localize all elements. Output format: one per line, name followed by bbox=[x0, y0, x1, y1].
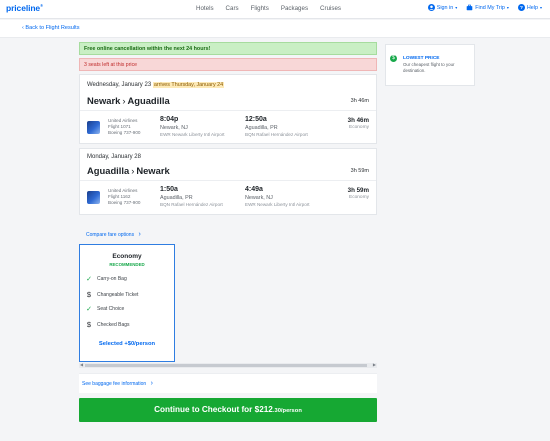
fare-feature: $ Changeable Ticket bbox=[85, 290, 139, 299]
united-airlines-logo bbox=[87, 121, 100, 134]
fare-feature-label: Changeable Ticket bbox=[97, 291, 139, 298]
chevron-down-icon: ▾ bbox=[455, 5, 458, 10]
fare-feature: ✓ Seat Choice bbox=[85, 305, 124, 313]
user-icon bbox=[427, 4, 435, 11]
continue-to-checkout-button[interactable]: Continue to Checkout for $212.30/person bbox=[79, 398, 377, 422]
outbound-depart-city: Newark, NJ bbox=[160, 125, 188, 131]
chevron-right-icon: › bbox=[138, 231, 141, 238]
outbound-arrive-time: 12:50a bbox=[245, 116, 267, 123]
route-destination: Newark bbox=[136, 165, 170, 176]
check-icon: ✓ bbox=[86, 276, 92, 283]
aircraft-type: Boeing 737-900 bbox=[108, 130, 141, 135]
fare-feature-label: Checked Bags bbox=[97, 321, 130, 328]
lowest-price-description: Our cheapest flight to your destination. bbox=[403, 62, 455, 73]
fare-title: Economy bbox=[112, 253, 142, 260]
route-origin: Newark bbox=[87, 95, 121, 106]
outbound-cabin: Economy bbox=[349, 125, 369, 130]
recommended-badge: RECOMMENDED bbox=[109, 262, 145, 267]
outbound-route: Newark › Aguadilla bbox=[87, 95, 170, 106]
find-my-trip-button[interactable]: Find My Trip ▾ bbox=[466, 4, 509, 11]
sign-in-label: Sign in bbox=[436, 4, 454, 11]
suitcase-icon bbox=[466, 4, 473, 11]
chevron-down-icon: ▾ bbox=[506, 5, 509, 10]
fare-feature: $ Checked Bags bbox=[85, 320, 130, 329]
return-cabin: Economy bbox=[349, 195, 369, 200]
chevron-right-icon: › bbox=[150, 380, 153, 387]
outbound-date-line: Wednesday, January 23 arrives Thursday, … bbox=[87, 82, 225, 88]
route-destination: Aguadilla bbox=[127, 95, 170, 106]
outbound-depart-time: 8:04p bbox=[160, 116, 179, 123]
nav-links: Hotels Cars Flights Packages Cruises bbox=[196, 5, 341, 12]
dollar-icon: $ bbox=[86, 320, 92, 329]
economy-fare-card[interactable]: Economy RECOMMENDED ✓ Carry-on Bag $ Cha… bbox=[79, 244, 175, 362]
return-flight-card: Monday, January 28 Aguadilla › Newark 3h 5… bbox=[79, 148, 377, 215]
back-to-results-link[interactable]: ‹ Back to Flight Results bbox=[22, 25, 80, 31]
route-origin: Aguadilla bbox=[87, 165, 130, 176]
outbound-flight-card: Wednesday, January 23 arrives Thursday, … bbox=[79, 74, 377, 144]
return-segment-duration: 3h 59m bbox=[347, 187, 369, 194]
arrives-next-day-badge: arrives Thursday, January 24 bbox=[152, 82, 225, 88]
outbound-segment-duration: 3h 46m bbox=[347, 117, 369, 124]
fare-selected-button[interactable]: Selected +$0/person bbox=[80, 341, 174, 347]
divider bbox=[80, 180, 376, 181]
baggage-fee-label: See baggage fee information bbox=[82, 381, 147, 387]
return-arrive-time: 4:49a bbox=[245, 186, 263, 193]
outbound-arrive-airport: BQN Rafael Hernández Airport bbox=[245, 132, 308, 137]
fare-feature-label: Carry-on Bag bbox=[97, 276, 127, 282]
svg-text:?: ? bbox=[520, 5, 523, 11]
compare-fare-options-link[interactable]: Compare fare options › bbox=[86, 231, 141, 238]
return-airline-info: United Airlines Flight 1162 Boeing 737-9… bbox=[108, 188, 140, 206]
fare-feature: ✓ Carry-on Bag bbox=[85, 275, 127, 283]
sign-in-button[interactable]: Sign in ▾ bbox=[427, 4, 458, 11]
help-button[interactable]: ? Help ▾ bbox=[517, 4, 542, 11]
return-depart-airport: BQN Rafael Hernández Airport bbox=[160, 202, 223, 207]
seats-left-banner: 3 seats left at this price bbox=[79, 58, 377, 71]
nav-hotels[interactable]: Hotels bbox=[196, 5, 214, 12]
united-airlines-logo bbox=[87, 191, 100, 204]
find-my-trip-label: Find My Trip bbox=[475, 4, 505, 11]
outbound-date: Wednesday, January 23 bbox=[87, 82, 152, 88]
nav-packages[interactable]: Packages bbox=[281, 5, 308, 12]
scroll-right-icon[interactable]: ▶ bbox=[373, 362, 376, 367]
fare-feature-label: Seat Choice bbox=[97, 306, 125, 312]
return-arrive-city: Newark, NJ bbox=[245, 195, 273, 201]
return-total-duration: 3h 59m bbox=[350, 168, 369, 174]
return-depart-city: Aguadilla, PR bbox=[160, 195, 193, 201]
help-label: Help bbox=[526, 4, 538, 11]
return-route: Aguadilla › Newark bbox=[87, 165, 170, 176]
scroll-left-icon[interactable]: ◀ bbox=[80, 362, 83, 367]
scrollbar-thumb[interactable] bbox=[85, 364, 367, 367]
lowest-price-title: LOWEST PRICE bbox=[403, 56, 440, 61]
baggage-fee-link[interactable]: See baggage fee information › bbox=[82, 380, 153, 387]
nav-cars[interactable]: Cars bbox=[226, 5, 239, 12]
return-depart-time: 1:50a bbox=[160, 186, 178, 193]
checkout-label: Continue to Checkout for $212 bbox=[154, 405, 273, 414]
outbound-arrive-city: Aguadilla, PR bbox=[245, 125, 278, 131]
nav-flights[interactable]: Flights bbox=[251, 5, 269, 12]
outbound-depart-airport: EWR Newark Liberty Intl Airport bbox=[160, 132, 225, 137]
chevron-down-icon: ▾ bbox=[539, 5, 542, 10]
dollar-icon: $ bbox=[390, 55, 397, 62]
return-arrive-airport: EWR Newark Liberty Intl Airport bbox=[245, 202, 310, 207]
compare-fare-options-label: Compare fare options bbox=[86, 232, 135, 238]
priceline-logo[interactable]: priceline® bbox=[6, 3, 43, 13]
free-cancellation-banner: Free online cancellation within the next… bbox=[79, 42, 377, 55]
divider bbox=[80, 110, 376, 111]
help-icon: ? bbox=[517, 4, 525, 11]
back-bar: ‹ Back to Flight Results bbox=[0, 20, 550, 38]
aircraft-type: Boeing 737-900 bbox=[108, 200, 141, 205]
outbound-total-duration: 3h 46m bbox=[350, 98, 369, 104]
top-navigation: priceline® Hotels Cars Flights Packages … bbox=[0, 0, 550, 19]
return-date: Monday, January 28 bbox=[87, 154, 141, 160]
dollar-icon: $ bbox=[86, 290, 92, 299]
nav-cruises[interactable]: Cruises bbox=[320, 5, 341, 12]
lowest-price-badge: $ LOWEST PRICE Our cheapest flight to yo… bbox=[385, 44, 475, 86]
outbound-airline-info: United Airlines Flight 1071 Boeing 737-9… bbox=[108, 118, 140, 136]
check-icon: ✓ bbox=[86, 306, 92, 313]
checkout-price-cents: .30/person bbox=[272, 408, 302, 414]
baggage-info-section: See baggage fee information › bbox=[79, 373, 377, 393]
account-nav: Sign in ▾ Find My Trip ▾ ? Help ▾ bbox=[427, 4, 542, 11]
horizontal-scrollbar[interactable]: ◀ ▶ bbox=[79, 362, 377, 368]
